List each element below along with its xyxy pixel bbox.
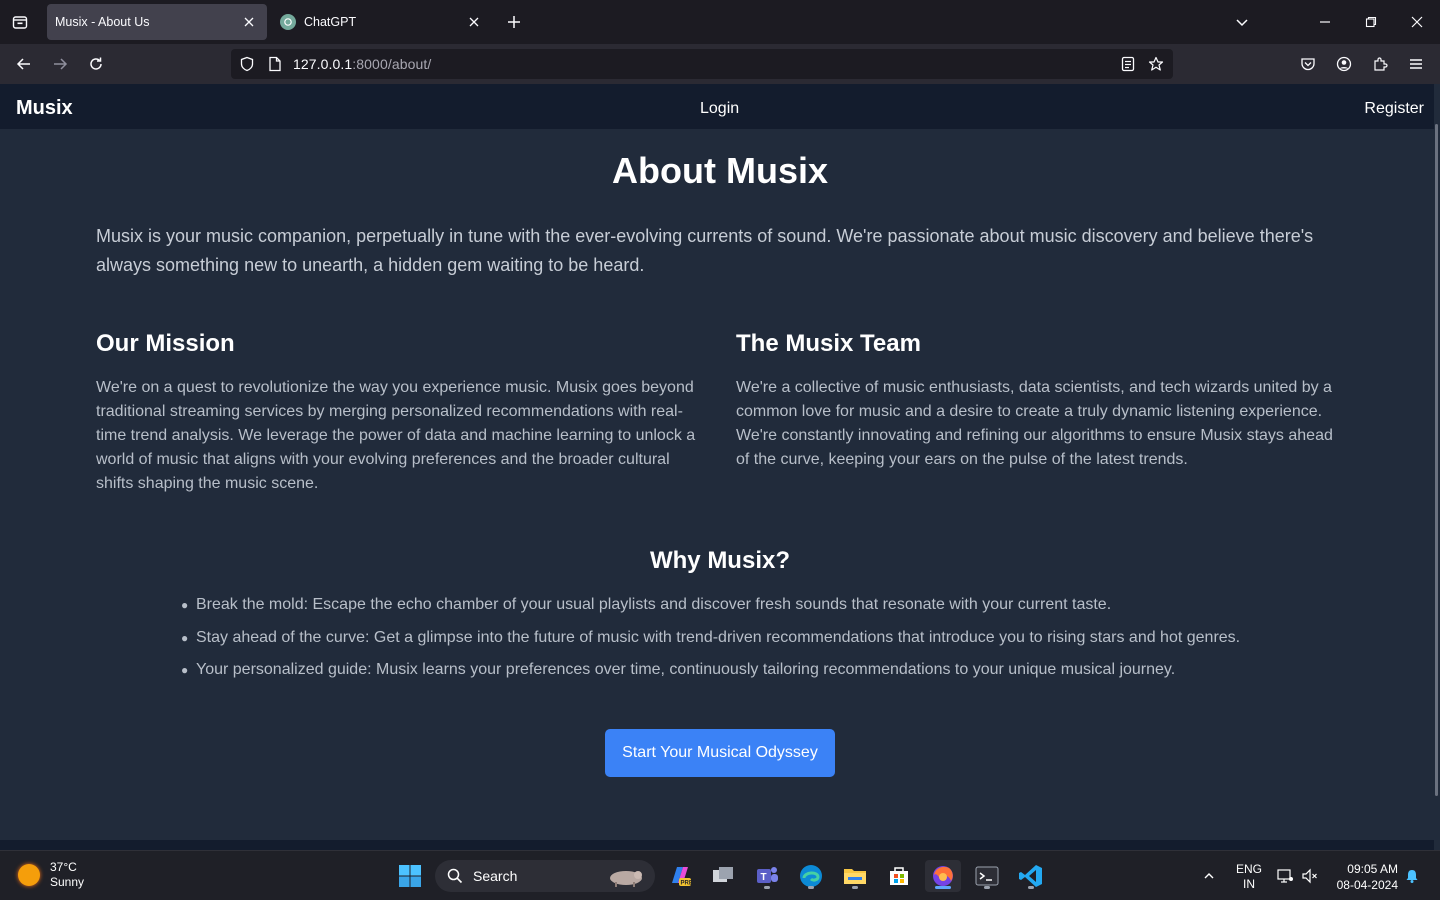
svg-text:PRE: PRE — [681, 881, 693, 887]
team-text: We're a collective of music enthusiasts,… — [736, 379, 1333, 468]
network-icon[interactable] — [1272, 860, 1298, 892]
weather-temp: 37°C — [50, 860, 77, 874]
tab-musix-about[interactable]: Musix - About Us — [47, 4, 267, 40]
back-icon[interactable] — [12, 52, 36, 76]
mission-heading: Our Mission — [96, 330, 235, 357]
teams-icon[interactable]: T — [751, 860, 783, 892]
language-indicator[interactable]: ENG IN — [1236, 862, 1262, 892]
page-icon[interactable] — [266, 55, 284, 73]
url-path: :8000/about/ — [352, 56, 432, 72]
shield-icon[interactable] — [238, 55, 256, 73]
chevron-up-icon[interactable] — [1194, 860, 1224, 892]
volume-muted-icon[interactable] — [1297, 860, 1323, 892]
bullet-icon: ● — [181, 663, 189, 677]
new-tab-icon[interactable] — [502, 10, 526, 34]
reload-icon[interactable] — [84, 52, 108, 76]
terminal-icon[interactable] — [971, 860, 1003, 892]
lang-region: IN — [1243, 877, 1255, 891]
restore-icon[interactable] — [1357, 8, 1385, 36]
list-item: ● Break the mold: Escape the echo chamber… — [180, 594, 1300, 616]
list-item-text: Stay ahead of the curve: Get a glimpse i… — [196, 628, 1241, 646]
store-icon[interactable] — [883, 860, 915, 892]
nav-register-link[interactable]: Register — [1364, 100, 1424, 118]
edge-icon[interactable] — [795, 860, 827, 892]
active-indicator — [935, 886, 951, 889]
search-label: Search — [473, 868, 518, 884]
pocket-icon[interactable] — [1296, 52, 1320, 76]
list-item-text: Your personalized guide: Musix learns yo… — [196, 661, 1176, 678]
running-indicator — [984, 886, 990, 889]
page-footer — [0, 840, 1440, 850]
notification-bell-icon[interactable] — [1400, 860, 1424, 892]
weather-condition: Sunny — [50, 875, 85, 889]
bullet-icon: ● — [181, 630, 189, 645]
search-icon — [447, 868, 463, 884]
page-viewport: Musix Login Register About Musix Musix i… — [0, 84, 1440, 850]
extensions-icon[interactable] — [1368, 52, 1392, 76]
taskbar-search[interactable]: Search — [435, 860, 655, 892]
page-scrollbar[interactable] — [1434, 84, 1440, 850]
mission-text: We're on a quest to revolutionize the wa… — [96, 379, 696, 492]
list-item-text: Break the mold: Escape the echo chamber … — [196, 596, 1112, 613]
tab-title: ChatGPT — [304, 15, 357, 29]
taskbar: 37°C Sunny Search PRE T ENG IN 09:05 AM … — [0, 850, 1440, 900]
page-title: About Musix — [612, 150, 828, 191]
bullet-icon: ● — [181, 598, 189, 612]
scrollbar-thumb[interactable] — [1435, 124, 1438, 796]
tab-list-icon[interactable] — [8, 10, 32, 34]
close-icon[interactable] — [241, 14, 257, 30]
url-text[interactable]: 127.0.0.1:8000/about/ — [293, 56, 431, 72]
file-explorer-icon[interactable] — [839, 860, 871, 892]
running-indicator — [764, 886, 770, 889]
why-list: ● Break the mold: Escape the echo chamber… — [180, 594, 1300, 692]
svg-text:T: T — [761, 872, 767, 883]
running-indicator — [1028, 886, 1034, 889]
clock-date: 08-04-2024 — [1336, 878, 1398, 892]
why-heading: Why Musix? — [649, 547, 790, 574]
brand-logo[interactable]: Musix — [16, 97, 73, 120]
browser-toolbar: 127.0.0.1:8000/about/ — [0, 44, 1440, 84]
system-clock[interactable]: 09:05 AM 08-04-2024 — [1332, 861, 1398, 893]
vscode-icon[interactable] — [1015, 860, 1047, 892]
tab-title: Musix - About Us — [55, 15, 150, 29]
minimize-icon[interactable] — [1311, 8, 1339, 36]
star-icon[interactable] — [1147, 55, 1165, 73]
account-icon[interactable] — [1332, 52, 1356, 76]
close-icon[interactable] — [466, 14, 482, 30]
running-indicator — [808, 886, 814, 889]
forward-icon[interactable] — [48, 52, 72, 76]
copilot-icon[interactable]: PRE — [664, 860, 696, 892]
url-bar[interactable]: 127.0.0.1:8000/about/ — [231, 49, 1173, 79]
firefox-icon[interactable] — [925, 860, 961, 892]
menu-icon[interactable] — [1404, 52, 1428, 76]
running-indicator — [852, 886, 858, 889]
windows-start-icon[interactable] — [394, 860, 426, 892]
list-item: ● Your personalized guide: Musix learns y… — [180, 659, 1300, 681]
site-header: Musix Login Register — [0, 84, 1434, 129]
close-window-icon[interactable] — [1403, 8, 1431, 36]
sun-icon — [18, 864, 40, 886]
url-host: 127.0.0.1 — [293, 56, 353, 72]
tab-chatgpt[interactable]: ChatGPT — [272, 4, 492, 40]
search-highlight-icon — [610, 871, 642, 887]
lang-code: ENG — [1236, 862, 1263, 876]
task-view-icon[interactable] — [707, 860, 739, 892]
nav-login-link[interactable]: Login — [700, 100, 739, 118]
reader-view-icon[interactable] — [1119, 55, 1137, 73]
start-odyssey-button[interactable]: Start Your Musical Odyssey — [605, 729, 835, 777]
chevron-down-icon[interactable] — [1228, 8, 1256, 36]
chatgpt-icon — [280, 14, 296, 30]
team-heading: The Musix Team — [736, 330, 921, 357]
intro-paragraph: Musix is your music companion, perpetual… — [96, 226, 1314, 275]
clock-time: 09:05 AM — [1347, 862, 1398, 876]
weather-widget[interactable]: 37°C Sunny — [18, 860, 84, 890]
browser-tab-bar: Musix - About Us ChatGPT — [0, 0, 1440, 44]
list-item: ● Stay ahead of the curve: Get a glimpse … — [180, 627, 1300, 649]
